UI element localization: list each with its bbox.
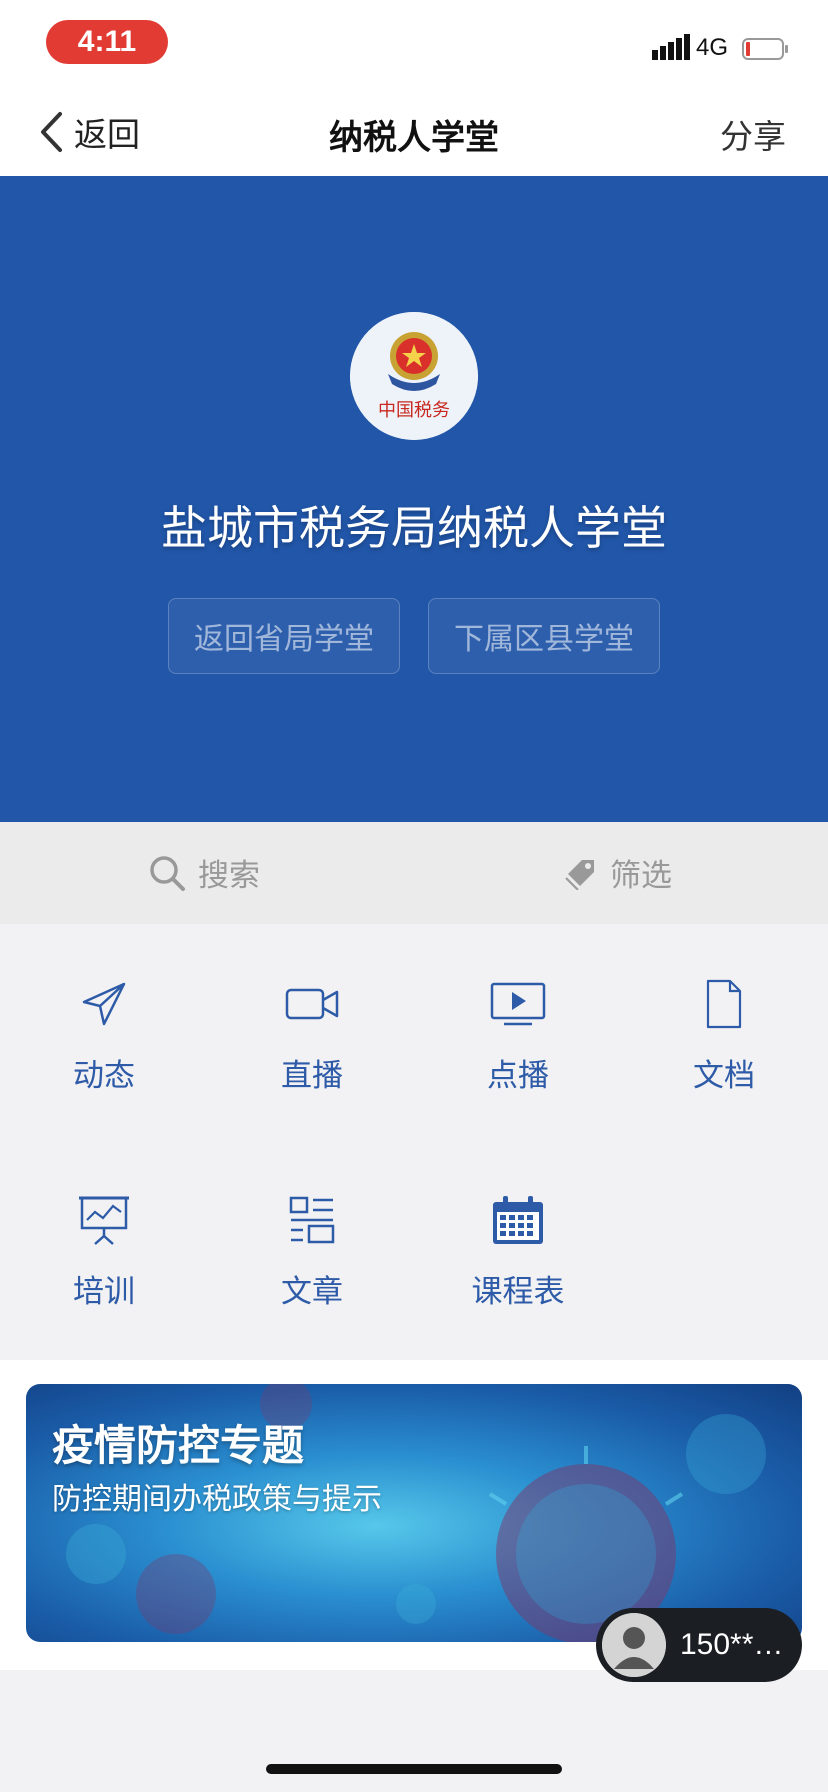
- banner-subtitle: 防控期间办税政策与提示: [52, 1482, 382, 1517]
- share-button[interactable]: 分享: [720, 110, 786, 158]
- epidemic-topic-banner[interactable]: 疫情防控专题 防控期间办税政策与提示: [26, 1384, 802, 1642]
- user-name: 150**…: [680, 1628, 784, 1661]
- banner-title: 疫情防控专题: [52, 1421, 305, 1470]
- grid-item-docs[interactable]: 文档: [644, 976, 804, 1116]
- grid-item-label: 文档: [693, 1058, 755, 1094]
- network-type: 4G: [696, 34, 729, 61]
- calendar-icon: [490, 1192, 546, 1248]
- nav-bar: 返回 纳税人学堂 分享: [0, 88, 828, 176]
- grid-item-news[interactable]: 动态: [24, 976, 184, 1116]
- status-time: 4:11: [46, 20, 168, 64]
- play-screen-icon: [490, 976, 546, 1032]
- provincial-academy-button[interactable]: 返回省局学堂: [168, 598, 400, 674]
- article-icon: [284, 1192, 340, 1248]
- logo-text: 中国税务: [378, 400, 450, 421]
- grid-item-label: 动态: [73, 1058, 135, 1094]
- filter-label: 筛选: [610, 858, 672, 894]
- grid-item-label: 培训: [73, 1274, 135, 1310]
- filter-button[interactable]: 筛选: [564, 850, 672, 895]
- search-label: 搜索: [198, 858, 260, 894]
- search-icon: [150, 855, 185, 891]
- user-badge[interactable]: 150**…: [596, 1608, 802, 1682]
- status-bar: 4:11 4G: [0, 0, 828, 88]
- home-indicator[interactable]: [266, 1764, 562, 1774]
- search-button[interactable]: 搜索: [148, 850, 260, 895]
- feature-grid: 动态 直播 点播 文档 培训 文章 课程表: [0, 924, 828, 1360]
- search-filter-bar: 搜索 筛选: [0, 822, 828, 924]
- hero-banner: 中国税务 盐城市税务局纳税人学堂 返回省局学堂 下属区县学堂: [0, 176, 828, 822]
- grid-item-label: 文章: [281, 1274, 343, 1310]
- signal-icon: [652, 34, 690, 60]
- battery-icon: [742, 38, 788, 60]
- grid-item-vod[interactable]: 点播: [438, 976, 598, 1116]
- grid-item-schedule[interactable]: 课程表: [438, 1192, 598, 1332]
- presentation-icon: [76, 1192, 132, 1248]
- tax-logo: 中国税务: [350, 312, 478, 440]
- page-title: 纳税人学堂: [329, 118, 499, 158]
- video-camera-icon: [284, 976, 340, 1032]
- grid-item-label: 点播: [487, 1058, 549, 1094]
- grid-item-training[interactable]: 培训: [24, 1192, 184, 1332]
- grid-item-articles[interactable]: 文章: [232, 1192, 392, 1332]
- grid-item-label: 课程表: [471, 1274, 565, 1310]
- tag-icon: [565, 859, 594, 890]
- document-icon: [696, 976, 752, 1032]
- send-icon: [76, 976, 132, 1032]
- grid-item-live[interactable]: 直播: [232, 976, 392, 1116]
- avatar: [602, 1613, 666, 1677]
- district-academy-button[interactable]: 下属区县学堂: [428, 598, 660, 674]
- grid-item-label: 直播: [281, 1058, 343, 1094]
- org-title: 盐城市税务局纳税人学堂: [161, 501, 667, 555]
